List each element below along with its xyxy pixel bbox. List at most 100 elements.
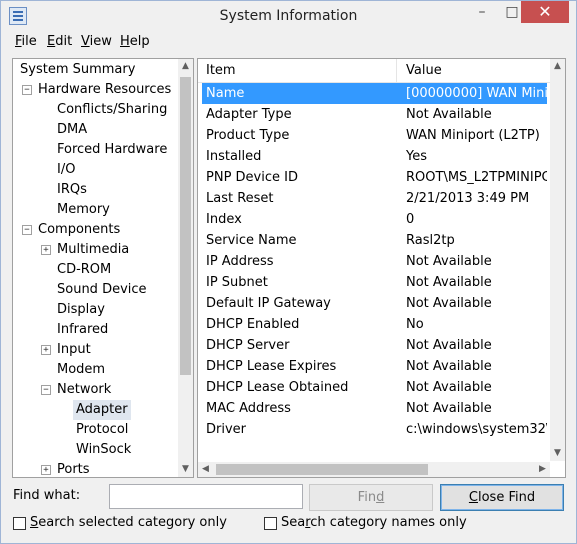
- collapse-icon[interactable]: −: [22, 225, 32, 235]
- value-cell: Not Available: [406, 401, 492, 416]
- value-cell: Not Available: [406, 380, 492, 395]
- tree-item[interactable]: System Summary: [20, 60, 135, 80]
- list-vertical-scrollbar[interactable]: ▲ ▼: [550, 59, 565, 461]
- item-cell: DHCP Lease Expires: [206, 359, 337, 374]
- list-row[interactable]: Product Type WAN Miniport (L2TP): [202, 125, 547, 146]
- category-tree[interactable]: ▲ ▼ System Summary − Hardware Resources Con…: [12, 58, 194, 478]
- tree-item[interactable]: Modem: [57, 360, 105, 380]
- list-row[interactable]: DHCP Lease Obtained Not Available: [202, 377, 547, 398]
- tree-item[interactable]: Sound Device: [57, 280, 147, 300]
- tree-item[interactable]: Conflicts/Sharing: [57, 100, 167, 120]
- value-cell: Rasl2tp: [406, 233, 455, 248]
- list-row[interactable]: Name [00000000] WAN Minipo: [202, 83, 547, 104]
- tree-item[interactable]: Hardware Resources: [38, 80, 171, 100]
- list-scroll-up-arrow-icon[interactable]: ▲: [550, 59, 565, 74]
- item-cell: DHCP Lease Obtained: [206, 380, 349, 395]
- item-cell: Driver: [206, 422, 247, 437]
- search-selected-category-label[interactable]: Search selected category only: [30, 515, 227, 530]
- column-header-value[interactable]: Value: [406, 63, 442, 78]
- tree-item[interactable]: Display: [57, 300, 105, 320]
- tree-item[interactable]: WinSock: [76, 440, 131, 460]
- list-row[interactable]: IP Subnet Not Available: [202, 272, 547, 293]
- expand-icon[interactable]: +: [41, 245, 51, 255]
- system-information-window: System Information – □ ✕ File Edit View …: [0, 0, 577, 544]
- list-row[interactable]: MAC Address Not Available: [202, 398, 547, 419]
- column-divider[interactable]: [396, 59, 397, 82]
- tree-item[interactable]: Input: [57, 340, 91, 360]
- tree-scroll-thumb[interactable]: [180, 77, 191, 375]
- menu-help[interactable]: Help: [120, 34, 150, 49]
- search-category-names-label[interactable]: Search category names only: [281, 515, 467, 530]
- tree-item[interactable]: DMA: [57, 120, 87, 140]
- list-row[interactable]: Last Reset 2/21/2013 3:49 PM: [202, 188, 547, 209]
- search-category-names-checkbox[interactable]: [264, 517, 277, 530]
- find-button[interactable]: Find: [309, 484, 433, 511]
- tree-item[interactable]: Ports: [57, 460, 90, 477]
- list-row[interactable]: Index 0: [202, 209, 547, 230]
- list-row[interactable]: DHCP Lease Expires Not Available: [202, 356, 547, 377]
- item-cell: DHCP Enabled: [206, 317, 300, 332]
- list-row[interactable]: Default IP Gateway Not Available: [202, 293, 547, 314]
- value-cell: No: [406, 317, 424, 332]
- item-cell: DHCP Server: [206, 338, 290, 353]
- value-cell: 0: [406, 212, 415, 227]
- column-header-item[interactable]: Item: [206, 63, 236, 78]
- title-bar[interactable]: System Information – □ ✕: [1, 1, 576, 31]
- item-cell: IP Address: [206, 254, 274, 269]
- value-cell: ROOT\MS_L2TPMINIPOR: [406, 170, 547, 185]
- list-row[interactable]: DHCP Server Not Available: [202, 335, 547, 356]
- list-row[interactable]: Installed Yes: [202, 146, 547, 167]
- tree-item[interactable]: IRQs: [57, 180, 87, 200]
- tree-item[interactable]: Components: [38, 220, 120, 240]
- list-row[interactable]: IP Address Not Available: [202, 251, 547, 272]
- tree-item[interactable]: Adapter: [73, 400, 131, 420]
- tree-item[interactable]: Network: [57, 380, 111, 400]
- list-row[interactable]: PNP Device ID ROOT\MS_L2TPMINIPOR: [202, 167, 547, 188]
- tree-item[interactable]: Forced Hardware: [57, 140, 167, 160]
- list-hscroll-thumb[interactable]: [216, 464, 428, 475]
- list-row[interactable]: Service Name Rasl2tp: [202, 230, 547, 251]
- expand-icon[interactable]: +: [41, 465, 51, 475]
- minimize-button[interactable]: –: [467, 1, 497, 23]
- value-cell: Not Available: [406, 275, 492, 290]
- details-list[interactable]: Item Value ▲ ▼ ◀ ▶ Name [00000000] WAN Mi…: [197, 58, 566, 478]
- scroll-left-arrow-icon[interactable]: ◀: [198, 462, 213, 477]
- find-what-input[interactable]: [109, 484, 303, 509]
- scroll-up-arrow-icon[interactable]: ▲: [178, 59, 193, 74]
- find-what-label: Find what:: [13, 488, 81, 503]
- item-cell: Last Reset: [206, 191, 274, 206]
- tree-item[interactable]: Multimedia: [57, 240, 129, 260]
- item-cell: Installed: [206, 149, 262, 164]
- collapse-icon[interactable]: −: [22, 85, 32, 95]
- menu-edit[interactable]: Edit: [47, 34, 72, 49]
- list-scroll-down-arrow-icon[interactable]: ▼: [550, 446, 565, 461]
- scroll-down-arrow-icon[interactable]: ▼: [178, 462, 193, 477]
- scroll-right-arrow-icon[interactable]: ▶: [535, 462, 550, 477]
- collapse-icon[interactable]: −: [41, 385, 51, 395]
- item-cell: Name: [206, 86, 245, 101]
- tree-item[interactable]: Memory: [57, 200, 110, 220]
- menu-file[interactable]: File: [15, 34, 37, 49]
- close-find-button[interactable]: Close Find: [440, 484, 564, 511]
- value-cell: Not Available: [406, 338, 492, 353]
- close-button[interactable]: ✕: [521, 1, 569, 23]
- list-row[interactable]: Driver c:\windows\system32\dri: [202, 419, 547, 440]
- tree-item[interactable]: CD-ROM: [57, 260, 111, 280]
- item-cell: IP Subnet: [206, 275, 268, 290]
- value-cell: Not Available: [406, 296, 492, 311]
- value-cell: Not Available: [406, 254, 492, 269]
- tree-item[interactable]: Infrared: [57, 320, 108, 340]
- list-horizontal-scrollbar[interactable]: ◀ ▶: [198, 462, 550, 477]
- value-cell: c:\windows\system32\dri: [406, 422, 547, 437]
- menu-view[interactable]: View: [81, 34, 112, 49]
- search-selected-category-checkbox[interactable]: [13, 517, 26, 530]
- expand-icon[interactable]: +: [41, 345, 51, 355]
- list-row[interactable]: Adapter Type Not Available: [202, 104, 547, 125]
- item-cell: Adapter Type: [206, 107, 292, 122]
- value-cell: WAN Miniport (L2TP): [406, 128, 540, 143]
- tree-item[interactable]: I/O: [57, 160, 75, 180]
- tree-item[interactable]: Protocol: [76, 420, 128, 440]
- item-cell: Service Name: [206, 233, 297, 248]
- tree-vertical-scrollbar[interactable]: ▲ ▼: [178, 59, 193, 477]
- list-row[interactable]: DHCP Enabled No: [202, 314, 547, 335]
